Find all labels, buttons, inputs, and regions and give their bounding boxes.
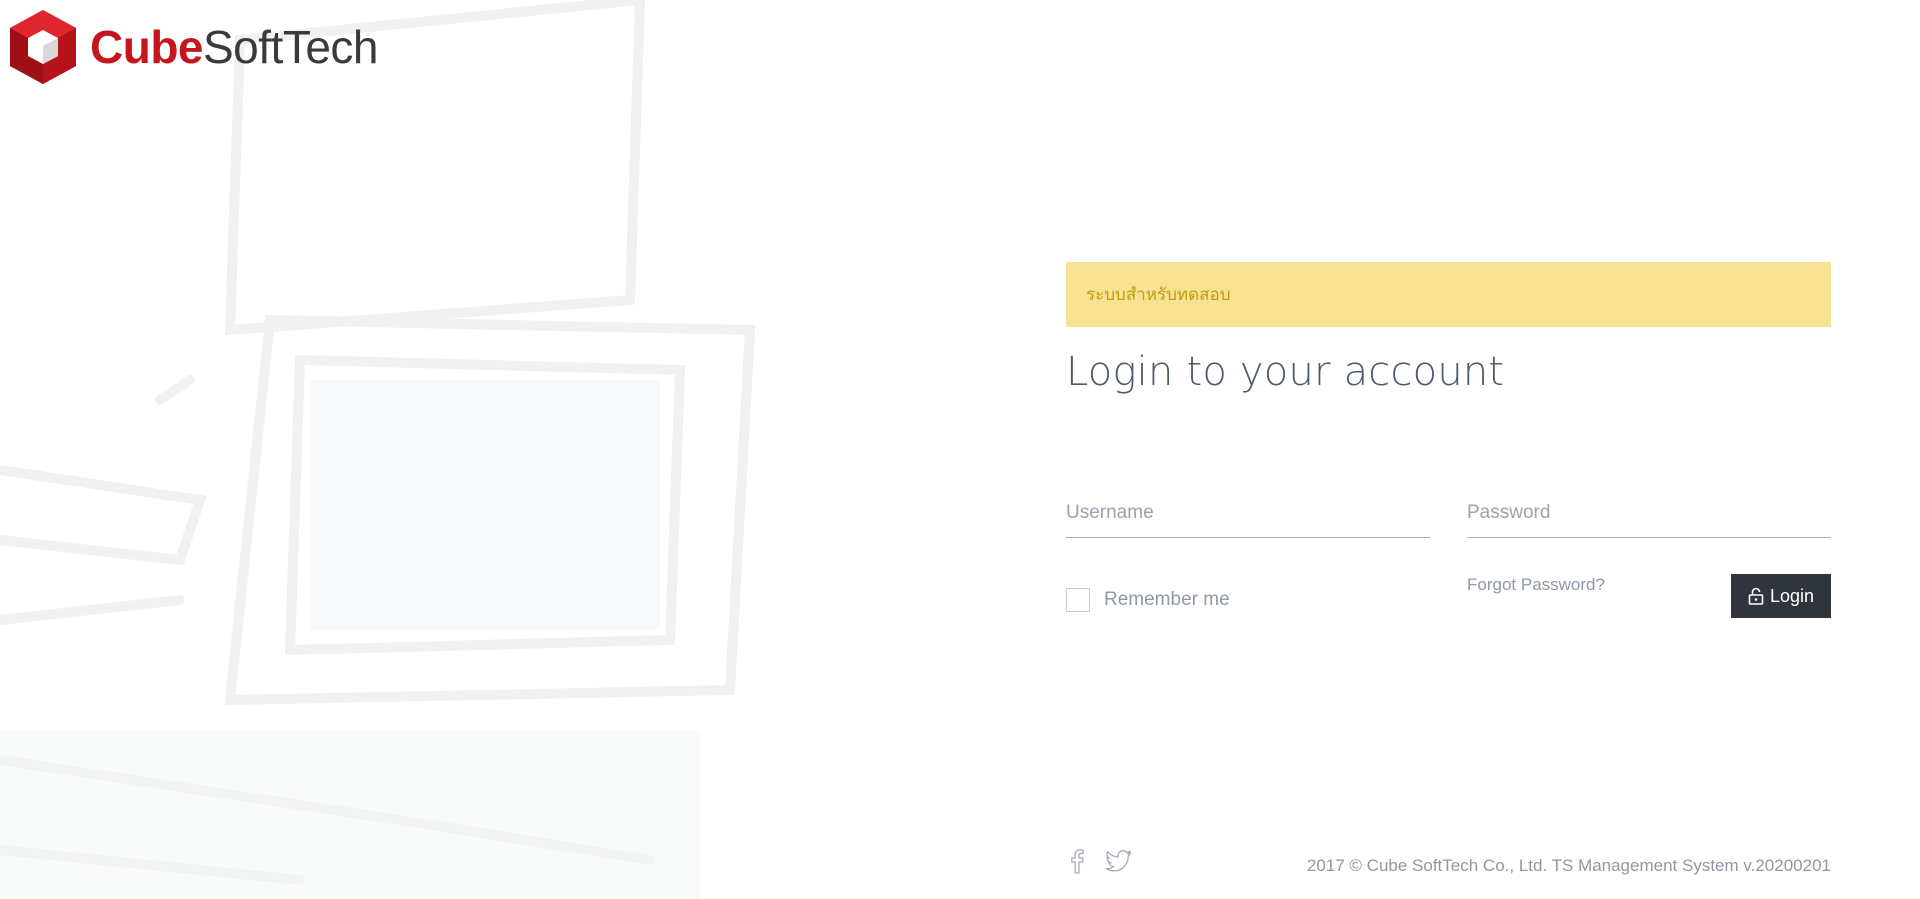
brand-name: CubeSoftTech [90, 21, 379, 73]
login-button[interactable]: Login [1731, 574, 1831, 618]
login-title: Login to your account [1066, 349, 1505, 395]
remember-me-checkbox[interactable] [1066, 588, 1090, 612]
copyright-text: 2017 © Cube SoftTech Co., Ltd. TS Manage… [1306, 856, 1831, 875]
cube-logo-icon [10, 10, 76, 84]
login-button-label: Login [1769, 585, 1815, 606]
brand-name-part2: SoftTech [203, 21, 379, 73]
remember-me-label: Remember me [1104, 589, 1230, 610]
test-system-alert: ระบบสำหรับทดสอบ [1066, 262, 1831, 327]
credential-fields [1066, 492, 1831, 538]
alert-text: ระบบสำหรับทดสอบ [1086, 285, 1231, 304]
facebook-icon[interactable] [1070, 848, 1084, 874]
brand-name-part1: Cube [90, 21, 204, 73]
login-panel: ระบบสำหรับทดสอบ Login to your account Re… [1066, 262, 1831, 618]
lock-icon [1748, 587, 1764, 605]
forgot-password-link[interactable]: Forgot Password? [1467, 575, 1605, 595]
password-input[interactable] [1467, 492, 1831, 538]
username-input[interactable] [1066, 492, 1430, 538]
remember-me[interactable]: Remember me [1066, 588, 1230, 612]
background-illustration [0, 0, 756, 899]
login-page: CubeSoftTech ระบบสำหรับทดสอบ Login to yo… [0, 0, 1920, 899]
company-logo[interactable]: CubeSoftTech [8, 8, 379, 86]
twitter-icon[interactable] [1106, 850, 1132, 872]
social-links [1070, 848, 1132, 874]
